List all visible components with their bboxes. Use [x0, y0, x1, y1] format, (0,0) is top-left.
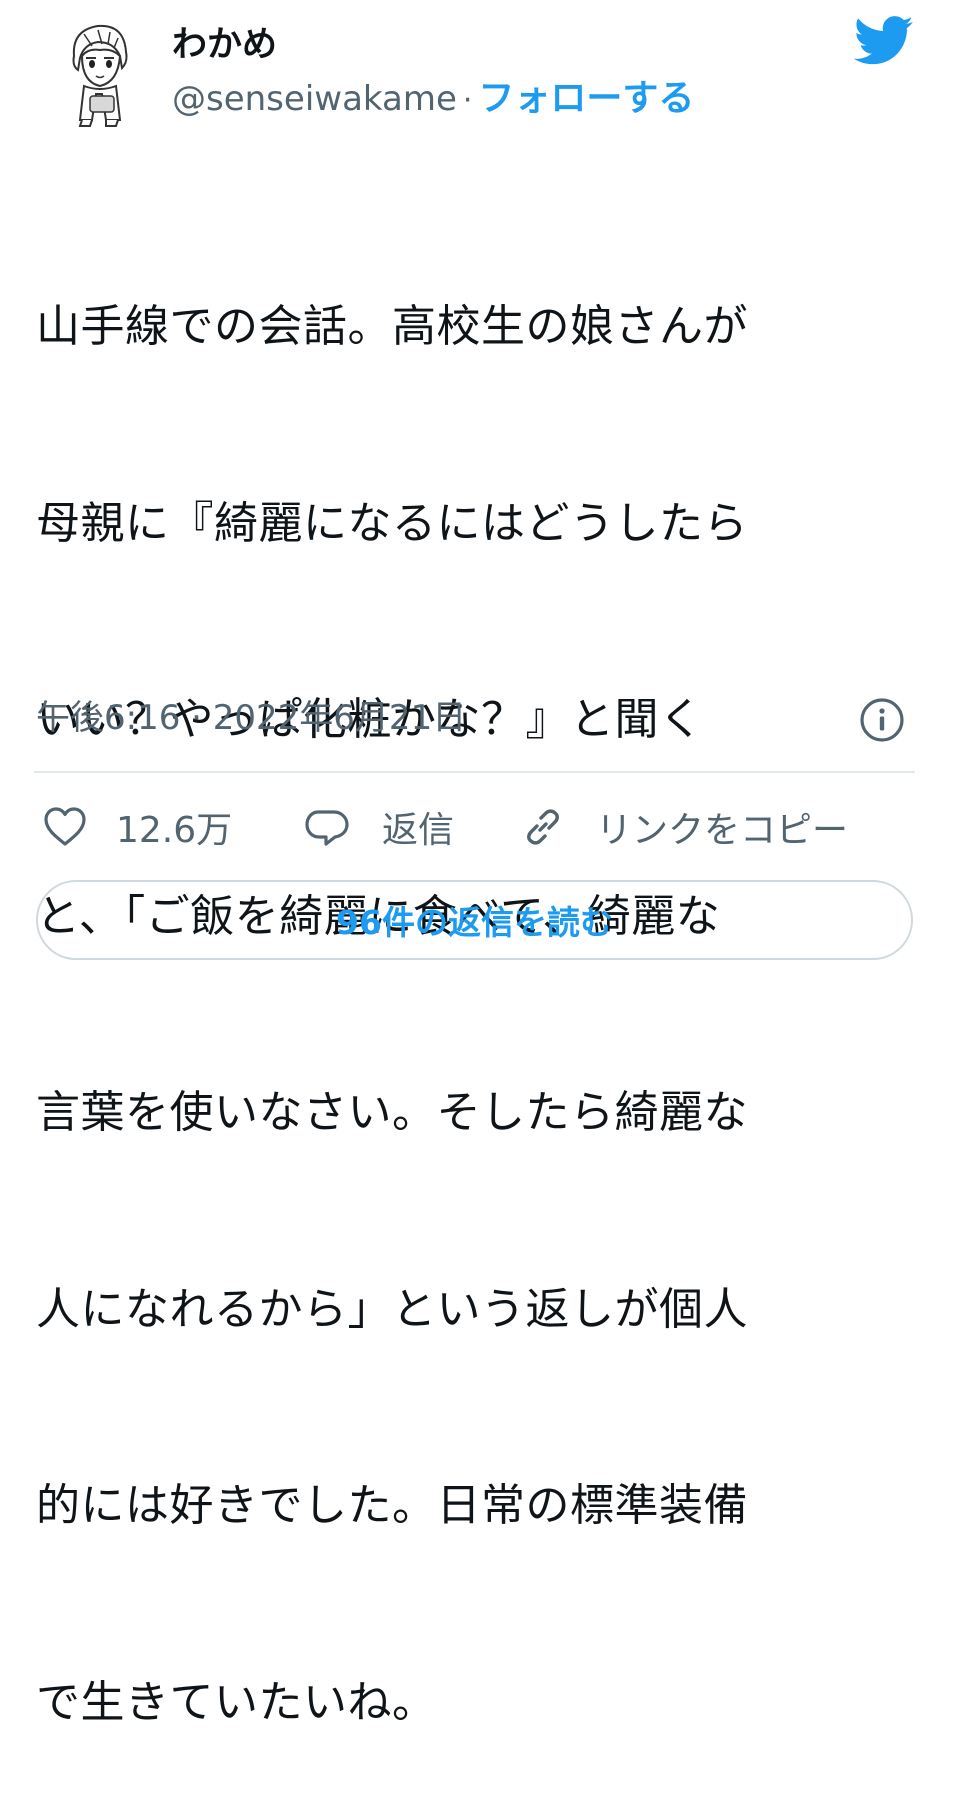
reply-button[interactable]: 返信: [304, 802, 454, 852]
speech-bubble-icon: [305, 810, 349, 846]
tweet-text: 山手線での会話。高校生の娘さんが 母親に『綺麗になるにはどうしたら いい？やっぱ…: [36, 163, 926, 1801]
tweet-text-line: で生きていたいね。: [36, 1676, 437, 1728]
tweet-timestamp[interactable]: 午後6:16 · 2022年6月21日: [36, 694, 466, 742]
copy-link-button[interactable]: リンクをコピー: [520, 802, 848, 852]
info-icon[interactable]: [858, 696, 906, 744]
tweet-text-line: 言葉を使いなさい。そしたら綺麗な: [36, 1087, 748, 1138]
user-handle[interactable]: @senseiwakame: [172, 79, 457, 119]
tweet-text-line: 人になれるから」という返しが個人: [36, 1283, 748, 1335]
tweet-text-line: 山手線での会話。高校生の娘さんが: [36, 301, 748, 352]
avatar-illustration: [72, 24, 128, 127]
twitter-bird-icon[interactable]: [854, 16, 914, 66]
divider: [34, 771, 915, 773]
reply-label: 返信: [382, 810, 455, 851]
display-name[interactable]: わかめ: [172, 22, 277, 68]
separator-dot: ·: [462, 83, 473, 118]
follow-button[interactable]: フォローする: [478, 78, 694, 119]
tweet-text-line: 的には好きでした。日常の標準装備: [36, 1480, 748, 1531]
link-icon: [527, 809, 559, 845]
author-meta: @senseiwakame · フォローする: [172, 76, 694, 128]
avatar[interactable]: [40, 12, 160, 132]
heart-icon: [44, 807, 86, 846]
like-button[interactable]: 12.6万: [42, 802, 232, 852]
read-replies-button[interactable]: 96件の返信を読む: [36, 880, 913, 960]
tweet-text-line: 母親に『綺麗になるにはどうしたら: [36, 497, 748, 549]
like-count: 12.6万: [116, 810, 233, 851]
copy-link-label: リンクをコピー: [596, 810, 849, 851]
